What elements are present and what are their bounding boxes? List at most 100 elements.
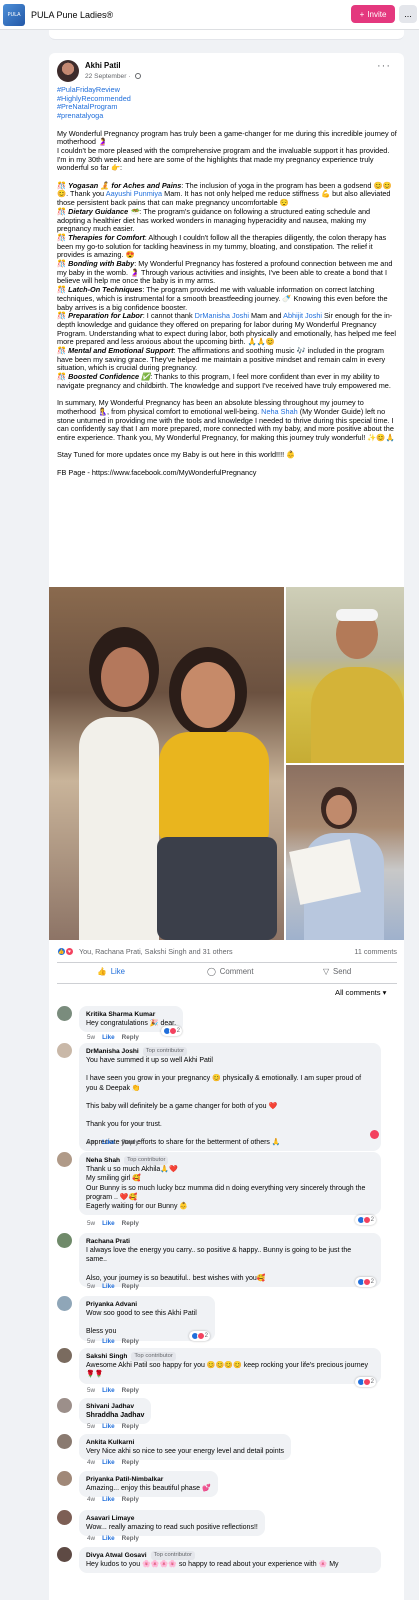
- commenter-name[interactable]: Sakshi Singh: [86, 1352, 127, 1361]
- comment-text: I always love the energy you carry.. so …: [86, 1247, 352, 1264]
- comment-reply-link[interactable]: Reply: [122, 1459, 139, 1466]
- photo-holding-card[interactable]: [286, 765, 404, 940]
- commenter-name[interactable]: Priyanka Patil-Nimbalkar: [86, 1475, 163, 1484]
- avatar[interactable]: [57, 1547, 72, 1562]
- avatar[interactable]: [57, 1006, 72, 1021]
- commenter-name[interactable]: Priyanka Advani: [86, 1300, 137, 1309]
- comment-like-link[interactable]: Like: [102, 1283, 115, 1290]
- reaction-count: 2: [370, 1217, 375, 1223]
- comment-count[interactable]: 11 comments: [354, 947, 397, 956]
- avatar[interactable]: [57, 1152, 72, 1167]
- reaction-count: 2: [176, 1028, 181, 1034]
- avatar[interactable]: [57, 1510, 72, 1525]
- comment-reply-link[interactable]: Reply: [122, 1423, 139, 1430]
- comment-reactions[interactable]: 2: [189, 1331, 211, 1341]
- comment-reply-link[interactable]: Reply: [122, 1387, 139, 1394]
- comment-like-link[interactable]: Like: [102, 1139, 115, 1146]
- commenter-name[interactable]: DrManisha Joshi: [86, 1047, 139, 1056]
- comment-like-link[interactable]: Like: [102, 1338, 115, 1345]
- author-avatar[interactable]: [57, 60, 79, 82]
- comment-time[interactable]: 5w: [87, 1338, 95, 1345]
- avatar[interactable]: [57, 1043, 72, 1058]
- comment-reply-link[interactable]: Reply: [122, 1338, 139, 1345]
- comment-reactions[interactable]: 2: [161, 1026, 183, 1036]
- comment-time[interactable]: 4w: [87, 1496, 95, 1503]
- mention-link[interactable]: Neha Shah: [261, 407, 298, 416]
- commenter-name[interactable]: Shivani Jadhav: [86, 1402, 134, 1411]
- author-name[interactable]: Akhi Patil: [85, 61, 121, 70]
- commenter-name[interactable]: Kritika Sharma Kumar: [86, 1010, 155, 1019]
- comment-like-link[interactable]: Like: [102, 1459, 115, 1466]
- comment-bubble: DrManisha Joshi Top contributor You have …: [79, 1043, 381, 1152]
- comment-text: Wow... really amazing to read such posit…: [86, 1524, 258, 1532]
- commenter-name[interactable]: Divya Atwal Gosavi: [86, 1551, 147, 1560]
- comment-time[interactable]: 5w: [87, 1034, 95, 1041]
- comment-like-link[interactable]: Like: [102, 1535, 115, 1542]
- hashtag-link[interactable]: #prenatalyoga: [57, 111, 397, 121]
- comment-text: You have summed it up so well Akhi Patil: [86, 1057, 213, 1065]
- more-options-button[interactable]: ...: [399, 5, 417, 23]
- comment-like-link[interactable]: Like: [102, 1496, 115, 1503]
- avatar[interactable]: [57, 1434, 72, 1449]
- commenter-name[interactable]: Ankita Kulkarni: [86, 1438, 134, 1447]
- comment-reply-link[interactable]: Reply: [122, 1535, 139, 1542]
- comment-reply-link[interactable]: Reply: [122, 1139, 139, 1146]
- highlight-text: : I cannot thank: [142, 311, 195, 321]
- avatar[interactable]: [57, 1233, 72, 1248]
- mention-link[interactable]: Aayushi Punmiya: [106, 189, 162, 199]
- reactors-text[interactable]: You, Rachana Prati, Sakshi Singh and 31 …: [79, 947, 233, 956]
- comment-like-link[interactable]: Like: [102, 1220, 115, 1227]
- mention-text[interactable]: Shraddha Jadhav: [86, 1411, 144, 1420]
- invite-button[interactable]: + Invite: [351, 5, 395, 23]
- avatar[interactable]: [57, 1471, 72, 1486]
- post-date[interactable]: 22 September ·: [85, 73, 142, 80]
- mention-link[interactable]: DrManisha Joshi: [195, 311, 249, 320]
- avatar[interactable]: [57, 1348, 72, 1363]
- post-more-button[interactable]: ···: [377, 60, 391, 72]
- all-comments-dropdown[interactable]: All comments ▾: [335, 988, 387, 997]
- photo-two-women[interactable]: [49, 587, 284, 940]
- comment-button[interactable]: ◯ Comment: [207, 967, 254, 976]
- comment-time[interactable]: 5w: [87, 1139, 95, 1146]
- commenter-name[interactable]: Neha Shah: [86, 1156, 120, 1165]
- comment-reply-link[interactable]: Reply: [122, 1283, 139, 1290]
- send-label: Send: [333, 967, 352, 976]
- comment-time[interactable]: 5w: [87, 1387, 95, 1394]
- comment-like-link[interactable]: Like: [102, 1034, 115, 1041]
- comment-reactions[interactable]: 2: [355, 1377, 377, 1387]
- comment-time[interactable]: 4w: [87, 1459, 95, 1466]
- avatar[interactable]: [57, 1296, 72, 1311]
- comment-text: Also, your journey is so beautiful.. bes…: [86, 1274, 266, 1282]
- comment-reply-link[interactable]: Reply: [122, 1220, 139, 1227]
- comment-reactions[interactable]: 2: [355, 1277, 377, 1287]
- like-label: Like: [110, 967, 126, 976]
- comment-like-link[interactable]: Like: [102, 1423, 115, 1430]
- avatar[interactable]: [57, 1398, 72, 1413]
- more-icon: ...: [404, 9, 412, 19]
- reaction-summary[interactable]: 👍 ♥ You, Rachana Prati, Sakshi Singh and…: [57, 946, 397, 960]
- photo-yellow-shirt[interactable]: [286, 587, 404, 763]
- send-button[interactable]: ▽ Send: [323, 967, 351, 976]
- reaction-count: 2: [204, 1333, 209, 1339]
- comment-reply-link[interactable]: Reply: [122, 1496, 139, 1503]
- comment-reply-link[interactable]: Reply: [122, 1034, 139, 1041]
- comment-time[interactable]: 5w: [87, 1423, 95, 1430]
- highlight-title: Yogasan 🧘 for Aches and Pains: [68, 180, 182, 190]
- highlight-title: Mental and Emotional Support: [68, 346, 174, 356]
- comment-time[interactable]: 4w: [87, 1535, 95, 1542]
- heart-reaction-icon[interactable]: [370, 1130, 379, 1139]
- comment-meta: 5w Like Reply: [87, 1220, 139, 1227]
- commenter-name[interactable]: Rachana Prati: [86, 1237, 130, 1246]
- mention-link[interactable]: Abhijit Joshi: [283, 311, 322, 320]
- comment-time[interactable]: 5w: [87, 1220, 95, 1227]
- stay-tuned-text: Stay Tuned for more updates once my Baby…: [57, 450, 296, 460]
- like-button[interactable]: 👍 Like: [97, 967, 125, 976]
- comment-like-link[interactable]: Like: [102, 1387, 115, 1394]
- group-logo[interactable]: PULA: [3, 3, 25, 26]
- commenter-name[interactable]: Asavari Limaye: [86, 1514, 134, 1523]
- comment-reactions[interactable]: 2: [355, 1215, 377, 1225]
- comment-text: Eagerly waiting for our Bunny 👶: [86, 1203, 189, 1211]
- group-name[interactable]: PULA Pune Ladies®: [31, 10, 113, 20]
- comment-time[interactable]: 5w: [87, 1283, 95, 1290]
- hashtag-link[interactable]: #PreNatalProgram: [57, 103, 397, 112]
